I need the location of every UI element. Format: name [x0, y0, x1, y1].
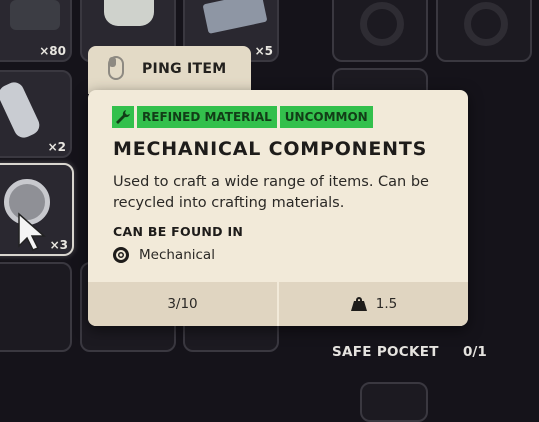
stack-count: ×80	[39, 44, 66, 58]
weight-value: 1.5	[375, 296, 398, 312]
stack-count: ×3	[49, 238, 68, 252]
tag-rarity: UNCOMMON	[279, 106, 373, 128]
stack-size-value: 3/10	[167, 296, 198, 312]
ping-item-tab[interactable]: PING ITEM	[88, 46, 251, 94]
wrench-icon	[112, 106, 134, 128]
item-icon	[0, 79, 43, 141]
item-icon	[104, 0, 154, 26]
gear-icon	[113, 247, 129, 263]
empty-slot[interactable]	[0, 262, 72, 352]
cursor-icon	[18, 212, 46, 251]
safe-pocket-slot[interactable]	[360, 382, 428, 422]
found-in-entry: Mechanical	[112, 246, 215, 264]
item-title: MECHANICAL COMPONENTS	[113, 138, 428, 160]
inventory-slot[interactable]: ×80	[0, 0, 72, 62]
stack-count: ×2	[47, 140, 66, 154]
item-description: Used to craft a wide range of items. Can…	[113, 174, 429, 211]
weight-icon	[350, 297, 367, 311]
tag-category: REFINED MATERIAL	[137, 106, 277, 128]
empty-slot-icon	[464, 2, 508, 46]
ping-item-label: PING ITEM	[142, 61, 227, 77]
empty-slot[interactable]	[332, 0, 428, 62]
safe-pocket-label: SAFE POCKET	[332, 344, 439, 360]
item-icon	[10, 0, 60, 30]
mouse-icon	[108, 56, 124, 80]
empty-slot[interactable]	[436, 0, 532, 62]
item-icon	[202, 0, 268, 34]
found-in-value: Mechanical	[139, 247, 215, 263]
empty-slot-icon	[360, 2, 404, 46]
item-weight: 1.5	[279, 282, 468, 326]
item-tags: REFINED MATERIAL UNCOMMON	[112, 106, 373, 128]
found-in-label: CAN BE FOUND IN	[113, 224, 244, 239]
stack-size: 3/10	[88, 282, 277, 326]
item-tooltip: REFINED MATERIAL UNCOMMON MECHANICAL COM…	[88, 90, 468, 326]
item-stats-footer: 3/10 1.5	[88, 282, 468, 326]
stack-count: ×5	[254, 44, 273, 58]
safe-pocket-count: 0/1	[463, 344, 487, 360]
inventory-slot[interactable]: ×2	[0, 70, 72, 158]
